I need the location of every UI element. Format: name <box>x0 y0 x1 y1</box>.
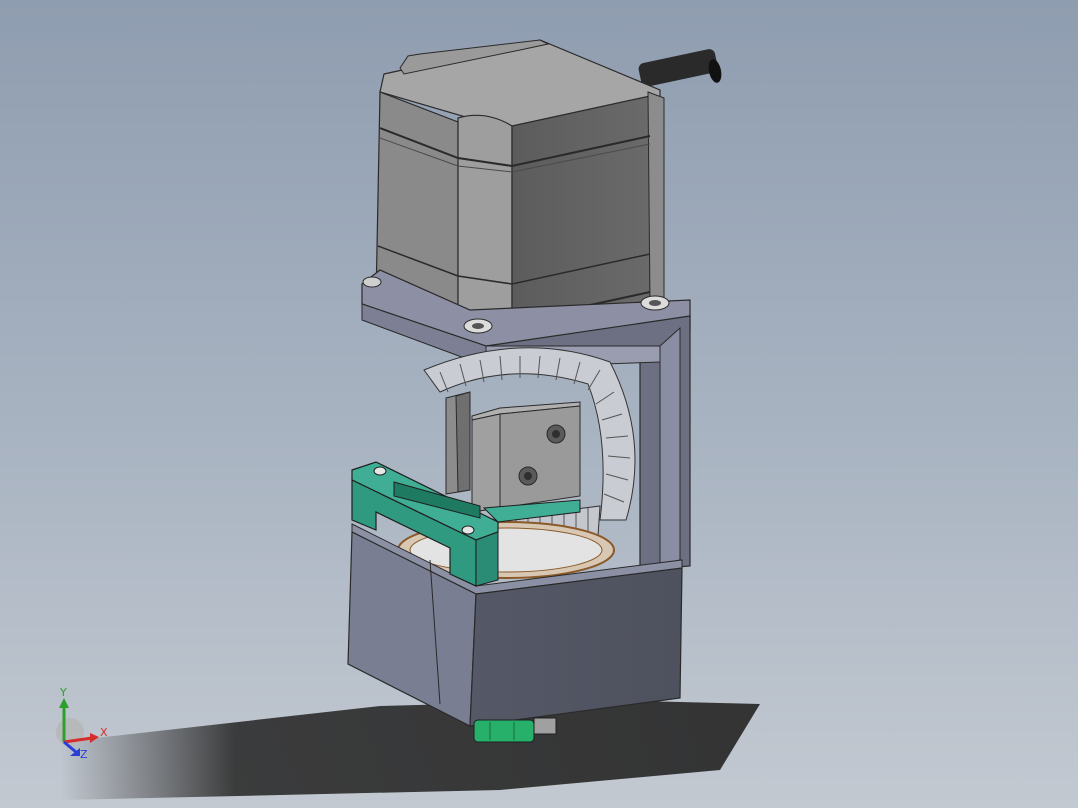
ground-shadow <box>60 700 760 800</box>
bracket-hole <box>461 525 475 535</box>
lower-block-front <box>469 567 683 727</box>
graphics-viewport[interactable]: Y X Z <box>0 0 1078 808</box>
mount-hole <box>362 276 382 288</box>
motor-front-face <box>511 95 651 335</box>
triad-x-label: X <box>100 726 108 739</box>
triad-y-label: Y <box>59 686 67 699</box>
motor-cable[interactable] <box>638 48 724 88</box>
3d-model-view[interactable] <box>0 0 1078 808</box>
bracket-hole <box>373 466 387 476</box>
triad-z-label: Z <box>80 748 88 761</box>
view-orientation-triad[interactable]: Y X Z <box>48 686 118 761</box>
shaft-coupling-block[interactable] <box>445 391 581 513</box>
